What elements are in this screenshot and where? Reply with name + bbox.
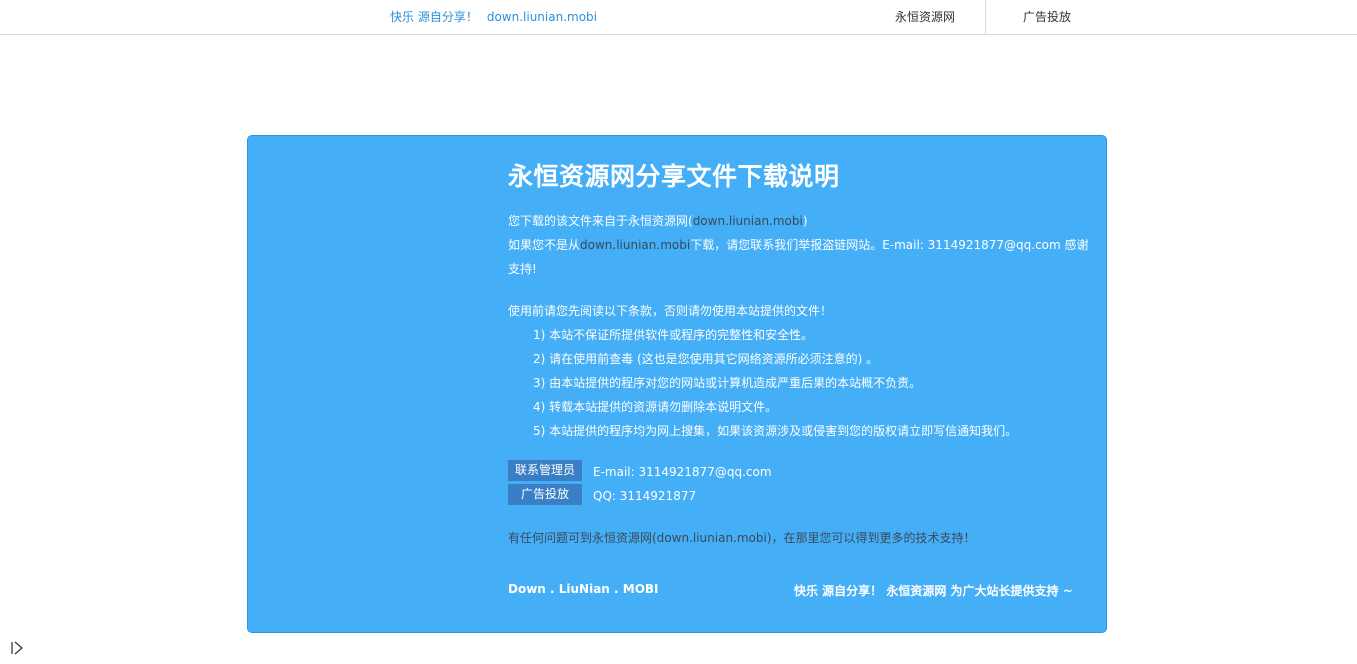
download-notice-panel: 永恒资源网分享文件下载说明 您下载的该文件来自于永恒资源网(down.liuni… xyxy=(247,135,1107,633)
term-item: 1) 本站不保证所提供软件或程序的完整性和安全性。 xyxy=(533,328,814,342)
term-item: 4) 转载本站提供的资源请勿删除本说明文件。 xyxy=(533,400,778,414)
contact-admin-button[interactable]: 联系管理员 xyxy=(508,460,582,481)
contact-email: E-mail: 3114921877@qq.com xyxy=(593,465,772,479)
slogan-text: 快乐 源自分享！ xyxy=(390,10,478,24)
advertising-button[interactable]: 广告投放 xyxy=(508,484,582,505)
site-slogan[interactable]: 快乐 源自分享！ down.liunian.mobi xyxy=(390,8,597,25)
intro-line-2-prefix: 如果您不是从 xyxy=(508,238,581,252)
nav-link-ads[interactable]: 广告投放 xyxy=(1023,8,1071,25)
slogan-domain: down.liunian.mobi xyxy=(486,10,597,24)
intro-line-2-domain: down.liunian.mobi xyxy=(580,238,691,252)
intro-line-1-prefix: 您下载的该文件来自于永恒资源网( xyxy=(508,214,693,228)
panel-title: 永恒资源网分享文件下载说明 xyxy=(508,162,840,191)
sidebar-toggle-icon[interactable] xyxy=(9,640,25,656)
top-bar: 快乐 源自分享！ down.liunian.mobi 永恒资源网 广告投放 xyxy=(0,0,1357,35)
footer-slogan: 快乐 源自分享！ 永恒资源网 为广大站长提供支持 ~ xyxy=(794,584,1073,598)
nav-link-home[interactable]: 永恒资源网 xyxy=(895,8,955,25)
intro-line-2: 如果您不是从down.liunian.mobi下载，请您联系我们举报盗链网站。E… xyxy=(508,233,1094,281)
contact-qq: QQ: 3114921877 xyxy=(593,489,697,503)
support-text: 有任何问题可到永恒资源网(down.liunian.mobi)，在那里您可以得到… xyxy=(508,531,976,545)
intro-line-1-domain: down.liunian.mobi xyxy=(692,214,803,228)
terms-notice: 使用前请您先阅读以下条款，否则请勿使用本站提供的文件！ xyxy=(508,304,833,318)
term-item: 2) 请在使用前查毒 (这也是您使用其它网络资源所必须注意的) 。 xyxy=(533,352,879,366)
intro-line-1-suffix: ) xyxy=(802,214,808,228)
nav-divider xyxy=(985,0,986,34)
term-item: 5) 本站提供的程序均为网上搜集，如果该资源涉及或侵害到您的版权请立即写信通知我… xyxy=(533,424,1018,438)
intro-line-1: 您下载的该文件来自于永恒资源网(down.liunian.mobi) xyxy=(508,209,808,233)
term-item: 3) 由本站提供的程序对您的网站或计算机造成严重后果的本站概不负责。 xyxy=(533,376,922,390)
footer-brand: Down . LiuNian . MOBI xyxy=(508,582,659,596)
